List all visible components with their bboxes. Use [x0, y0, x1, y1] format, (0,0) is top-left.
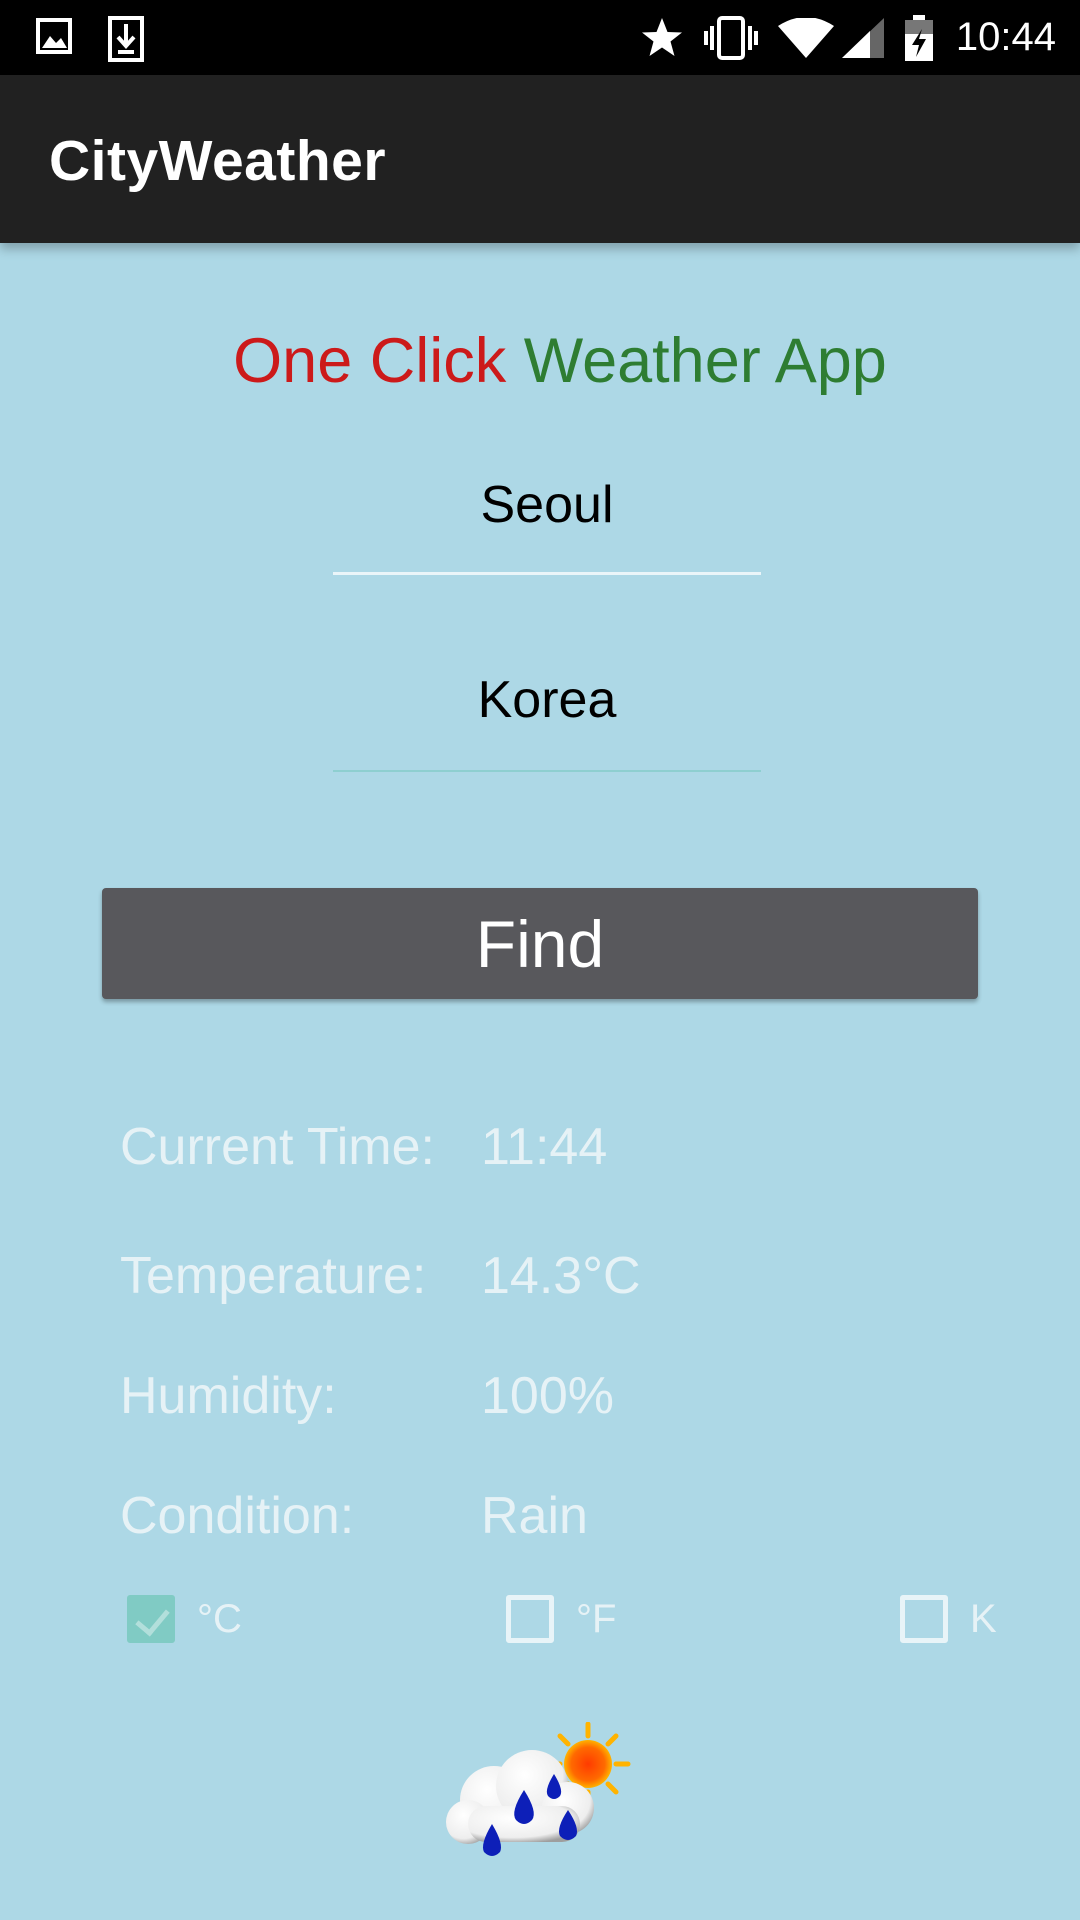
fahrenheit-checkbox[interactable] [506, 1595, 554, 1643]
headline-one-click: One Click [233, 326, 507, 396]
fahrenheit-label: °F [576, 1596, 617, 1641]
current-time-value: 11:44 [481, 1118, 608, 1176]
kelvin-option[interactable]: K [900, 1591, 997, 1647]
celsius-checkbox[interactable] [127, 1595, 175, 1643]
battery-charging-icon [904, 14, 933, 61]
country-input-underline [333, 770, 761, 772]
status-time: 10:44 [955, 15, 1056, 59]
celsius-option[interactable]: °C [127, 1591, 242, 1647]
status-icons: 10:44 [620, 0, 1056, 75]
city-input-underline [333, 572, 761, 575]
vibrate-icon [703, 15, 758, 60]
country-input[interactable] [333, 660, 761, 740]
headline-weather-app: Weather App [523, 326, 887, 396]
temperature-label: Temperature: [120, 1247, 427, 1305]
status-bar: 10:44 [0, 0, 1080, 75]
find-button[interactable]: Find [102, 888, 978, 999]
current-time-label: Current Time: [120, 1118, 435, 1176]
condition-label: Condition: [120, 1487, 355, 1545]
kelvin-label: K [970, 1596, 997, 1641]
download-icon [108, 16, 144, 62]
humidity-value: 100% [481, 1367, 614, 1425]
fahrenheit-option[interactable]: °F [506, 1591, 616, 1647]
wifi-icon [777, 17, 834, 58]
city-input[interactable] [333, 465, 761, 545]
condition-value: Rain [481, 1487, 588, 1545]
celsius-label: °C [197, 1596, 242, 1641]
kelvin-checkbox[interactable] [900, 1595, 948, 1643]
humidity-label: Humidity: [120, 1367, 337, 1425]
app-bar: CityWeather [0, 75, 1080, 243]
rain-cloud-sun-icon [446, 1722, 631, 1856]
signal-icon [841, 17, 884, 58]
temperature-value: 14.3°C [481, 1247, 641, 1305]
app-title: CityWeather [49, 129, 387, 193]
star-icon [641, 17, 682, 56]
headline: One Click Weather App [0, 325, 1080, 397]
image-icon [36, 18, 72, 54]
